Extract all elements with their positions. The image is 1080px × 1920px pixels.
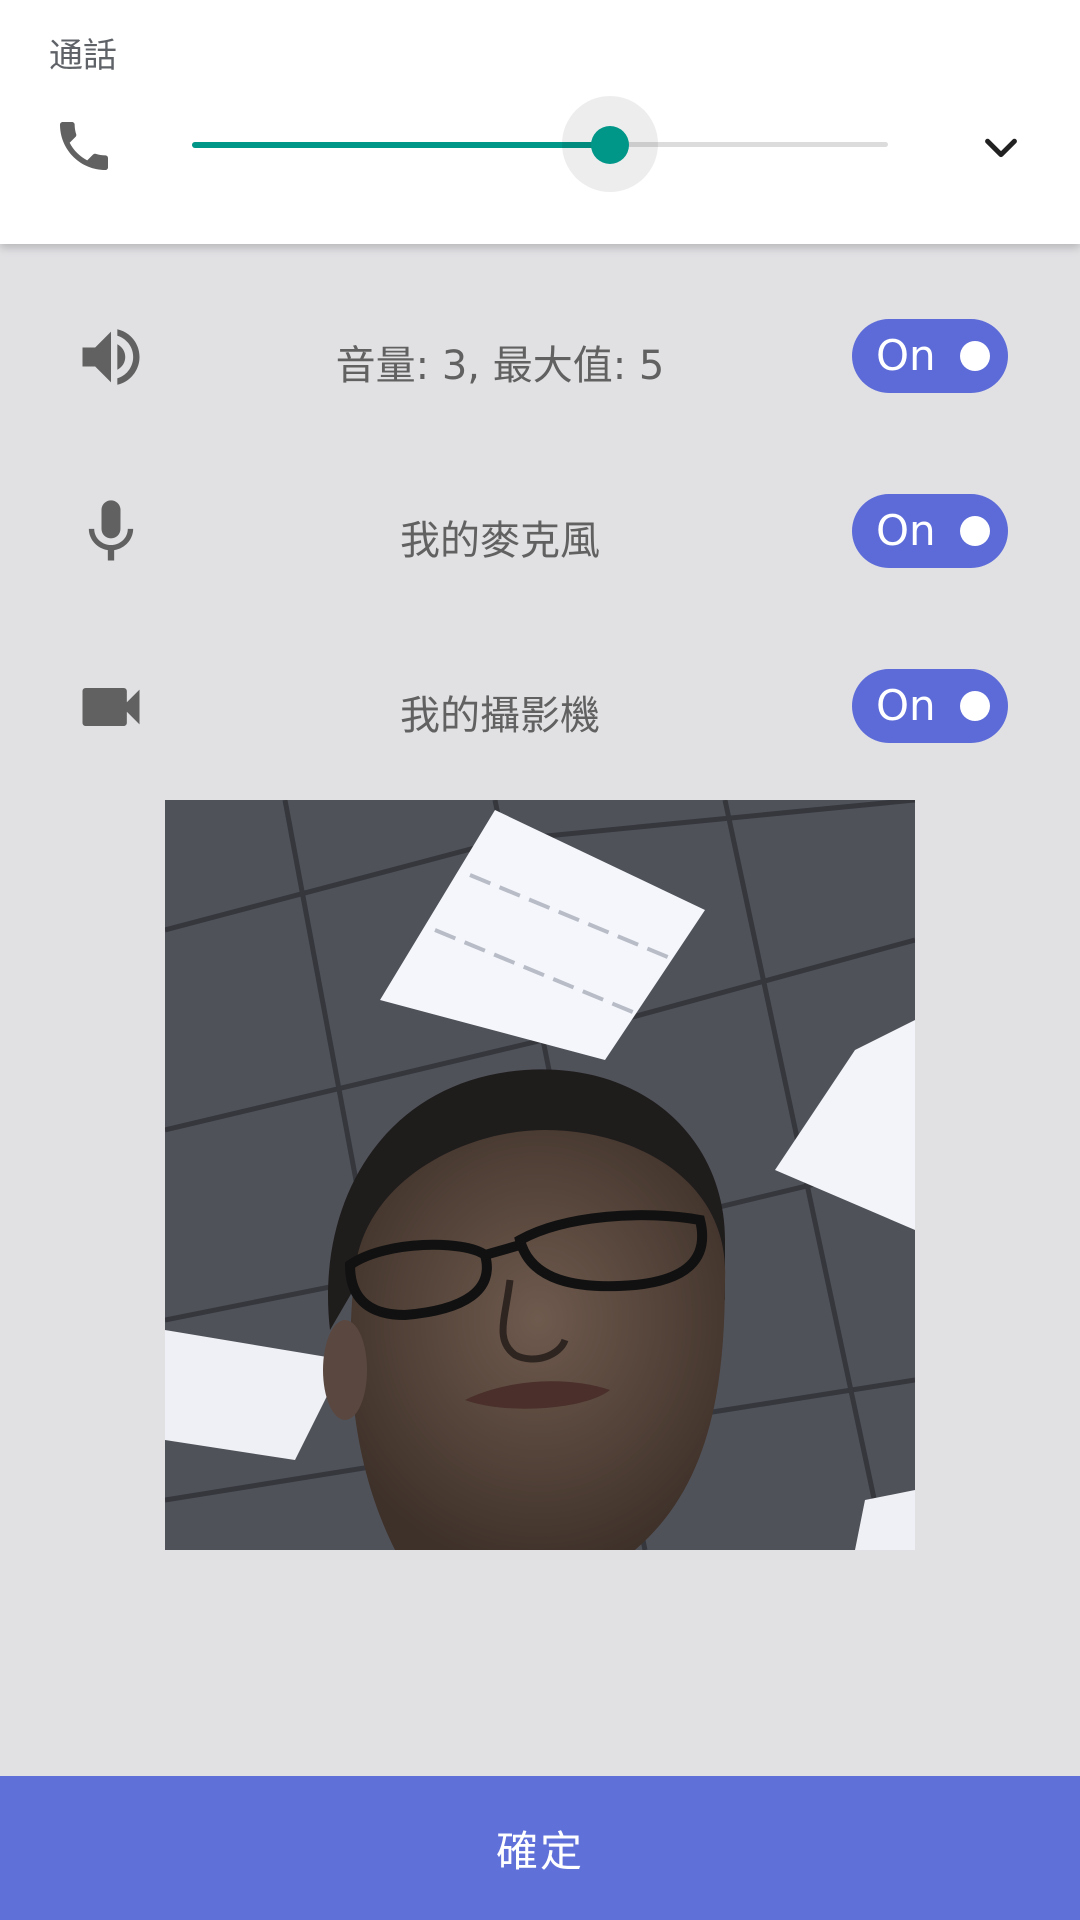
speaker-row: 音量: 3, 最大值: 5 On (0, 305, 1080, 405)
volume-dialog: 通話 音量: 3, 最大值: 5 On 我的麥克風 On 我的攝影機 On 確定 (0, 0, 1080, 1920)
toggle-knob (960, 691, 990, 721)
video-camera-icon (82, 688, 140, 726)
camera-preview-image (165, 800, 915, 1550)
slider-fill (192, 142, 610, 148)
phone-icon (60, 122, 108, 170)
microphone-row: 我的麥克風 On (0, 480, 1080, 580)
microphone-icon (88, 500, 134, 561)
toggle-state-label: On (876, 506, 936, 555)
camera-preview (165, 800, 915, 1550)
camera-row: 我的攝影機 On (0, 655, 1080, 755)
volume-slider[interactable] (192, 96, 888, 192)
chevron-down-icon[interactable] (978, 124, 1024, 170)
toggle-state-label: On (876, 331, 936, 380)
confirm-button[interactable]: 確定 (0, 1776, 1080, 1920)
camera-toggle[interactable]: On (852, 669, 1008, 743)
speaker-volume-label: 音量: 3, 最大值: 5 (335, 343, 665, 389)
microphone-label: 我的麥克風 (400, 518, 600, 564)
camera-label: 我的攝影機 (400, 693, 600, 739)
slider-thumb[interactable] (591, 126, 629, 164)
toggle-knob (960, 341, 990, 371)
microphone-toggle[interactable]: On (852, 494, 1008, 568)
stream-label: 通話 (49, 36, 117, 76)
speaker-toggle[interactable]: On (852, 319, 1008, 393)
confirm-button-label: 確定 (495, 1827, 584, 1875)
volume-panel: 通話 (0, 0, 1080, 244)
toggle-state-label: On (876, 681, 936, 730)
toggle-knob (960, 516, 990, 546)
speaker-icon (82, 329, 140, 385)
